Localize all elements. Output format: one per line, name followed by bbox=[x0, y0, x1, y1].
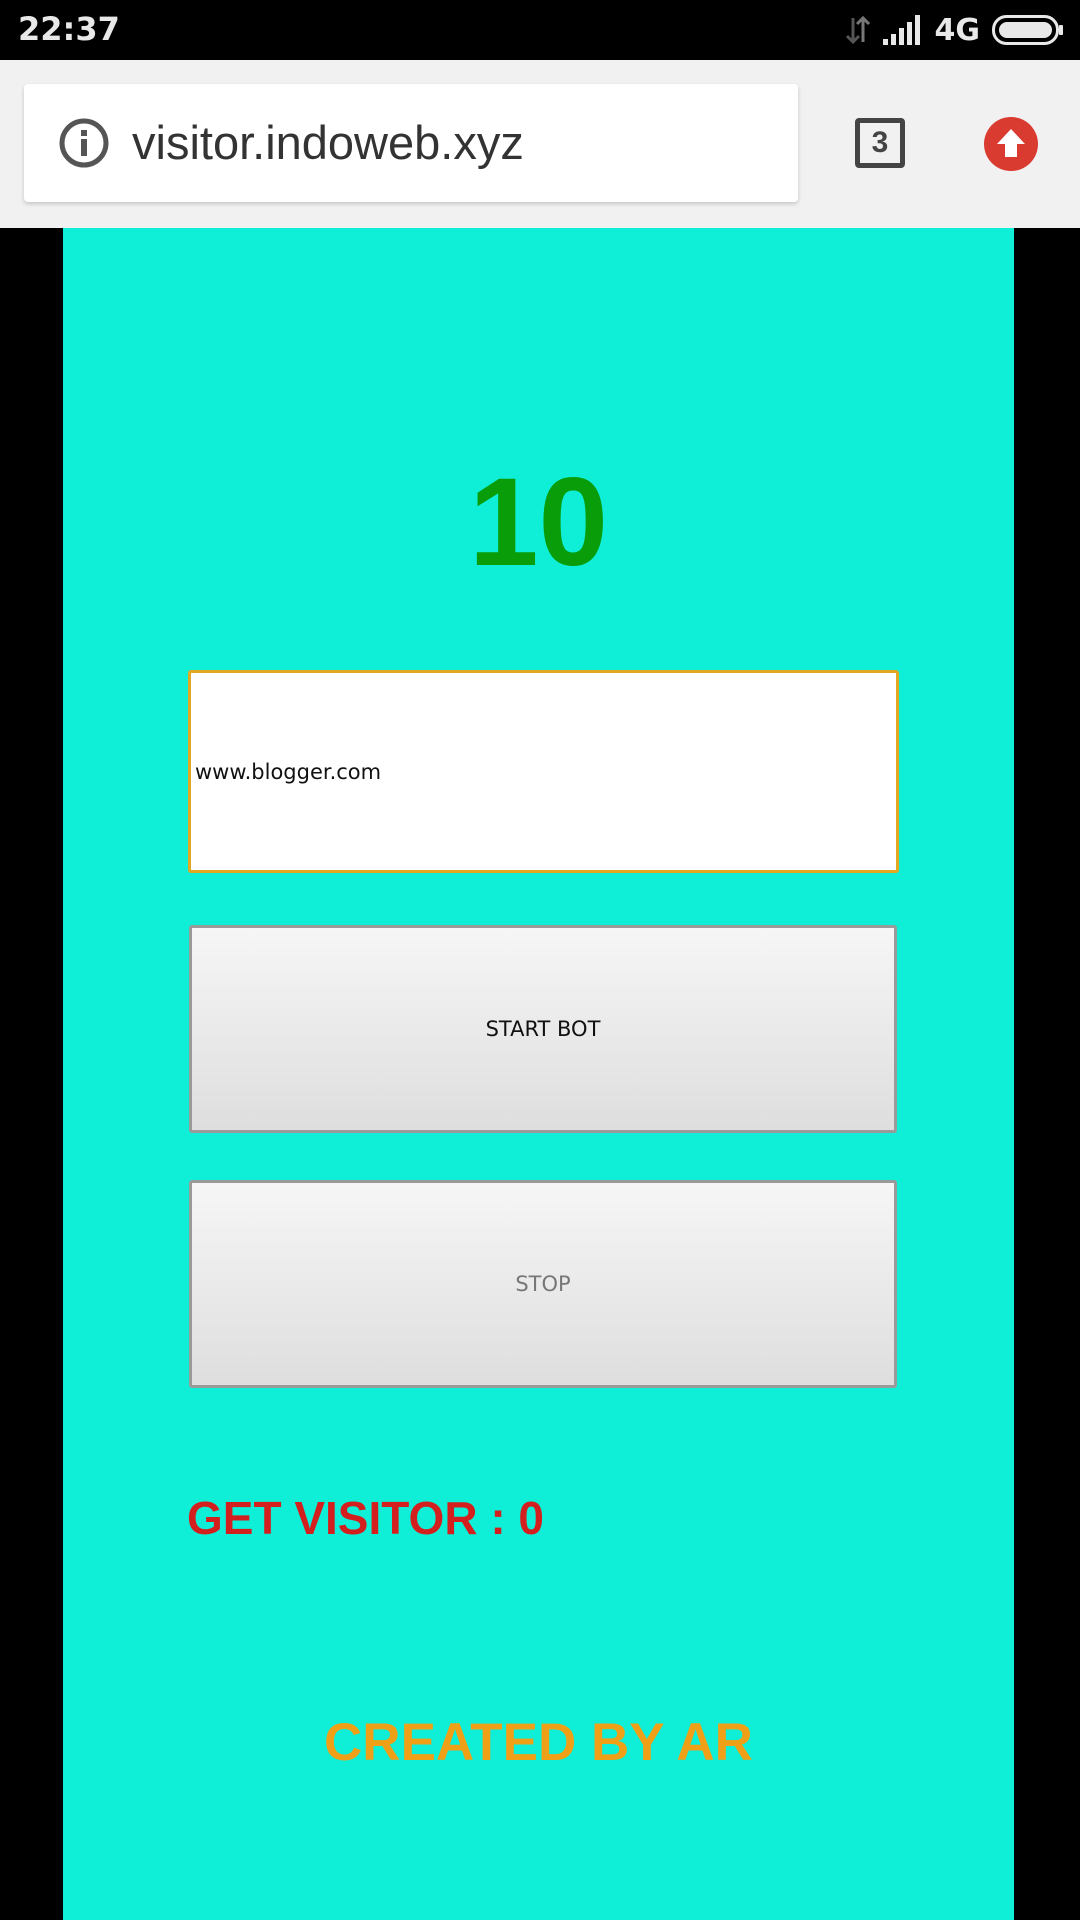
status-bar: 22:37 4G bbox=[0, 0, 1080, 60]
countdown-counter: 10 bbox=[468, 453, 609, 592]
browser-toolbar: visitor.indoweb.xyz 3 bbox=[0, 60, 1080, 228]
web-page: 10 START BOT STOP GET VISITOR : 0 CREATE… bbox=[63, 228, 1014, 1920]
network-type: 4G bbox=[934, 12, 981, 48]
address-bar[interactable]: visitor.indoweb.xyz bbox=[24, 84, 798, 202]
signal-icon bbox=[882, 15, 920, 45]
status-time: 22:37 bbox=[18, 10, 120, 48]
target-url-input[interactable] bbox=[188, 670, 899, 873]
tab-switcher-icon[interactable]: 3 bbox=[855, 118, 905, 168]
credit-text: CREATED BY AR bbox=[324, 1713, 753, 1772]
url-text[interactable]: visitor.indoweb.xyz bbox=[132, 114, 524, 172]
stop-button[interactable]: STOP bbox=[189, 1180, 897, 1388]
status-icons: 4G bbox=[833, 12, 1065, 48]
data-transfer-icon bbox=[845, 15, 870, 45]
info-icon[interactable] bbox=[58, 117, 110, 169]
start-bot-button[interactable]: START BOT bbox=[189, 925, 897, 1133]
upload-arrow-icon[interactable] bbox=[983, 116, 1039, 172]
battery-icon bbox=[992, 15, 1063, 45]
visitor-count: GET VISITOR : 0 bbox=[187, 1492, 544, 1544]
